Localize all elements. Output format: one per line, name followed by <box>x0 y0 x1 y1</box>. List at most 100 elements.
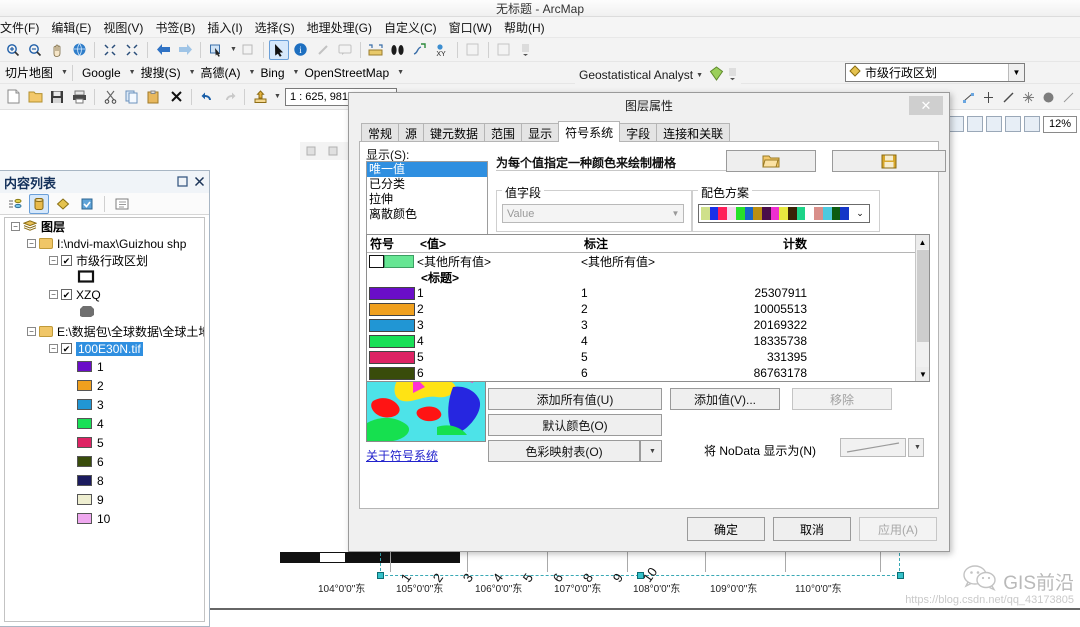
color-scheme-select[interactable]: ⌄ <box>698 204 870 223</box>
scrollbar-thumb[interactable] <box>917 250 929 342</box>
table-row[interactable]: 1 1 25307911 <box>367 285 929 301</box>
cell-value[interactable]: <标题> <box>417 269 581 286</box>
table-row[interactable]: <其他所有值> <其他所有值> <box>367 253 929 269</box>
map-service-amap[interactable]: 高德(A) <box>196 64 246 81</box>
find-route-icon[interactable] <box>410 40 430 60</box>
clear-selection-icon[interactable] <box>238 40 258 60</box>
cell-label[interactable]: 6 <box>581 366 691 380</box>
about-symbology-link[interactable]: 关于符号系统 <box>366 447 438 464</box>
find-icon[interactable] <box>388 40 408 60</box>
cell-label[interactable]: 5 <box>581 350 691 364</box>
toolbar-overflow-icon[interactable] <box>516 40 536 60</box>
new-document-icon[interactable] <box>3 87 23 107</box>
renderer-option-item[interactable]: 离散颜色 <box>367 207 487 222</box>
html-popup-icon[interactable] <box>335 40 355 60</box>
table-row[interactable]: 6 6 86763178 <box>367 365 929 381</box>
selection-handle[interactable] <box>897 572 904 579</box>
undo-icon[interactable] <box>197 87 217 107</box>
hyperlink-icon[interactable] <box>313 40 333 60</box>
map-service-bing[interactable]: Bing <box>255 66 289 80</box>
cell-label[interactable]: 3 <box>581 318 691 332</box>
chevron-down-icon[interactable]: ▼ <box>61 69 68 76</box>
save-symbology-button[interactable] <box>832 150 946 172</box>
expander-icon[interactable]: − <box>49 256 58 265</box>
menu-item-view[interactable]: 视图(V) <box>97 17 149 38</box>
save-icon[interactable] <box>47 87 67 107</box>
table-body[interactable]: <其他所有值> <其他所有值> <标题> 1 1 25307911 2 2 10005513 3 3… <box>367 253 929 382</box>
print-icon[interactable] <box>69 87 89 107</box>
toolbar-overflow-icon[interactable] <box>728 67 737 84</box>
selection-handle[interactable] <box>377 572 384 579</box>
menu-item-help[interactable]: 帮助(H) <box>498 17 551 38</box>
cell-symbol[interactable] <box>367 254 417 268</box>
add-data-icon[interactable] <box>250 87 270 107</box>
layer-visibility-checkbox[interactable]: ✔ <box>61 343 72 354</box>
fixed-zoom-in-icon[interactable] <box>100 40 120 60</box>
tab-extent[interactable]: 范围 <box>484 123 523 142</box>
editor-line-icon[interactable] <box>1001 87 1016 107</box>
measure-icon[interactable] <box>366 40 386 60</box>
full-extent-globe-icon[interactable] <box>69 40 89 60</box>
chevron-down-icon[interactable]: ▼ <box>129 69 136 76</box>
layout-zoom-input[interactable]: 12% <box>1043 115 1077 133</box>
cut-icon[interactable] <box>100 87 120 107</box>
table-row[interactable]: 4 4 18335738 <box>367 333 929 349</box>
select-features-icon[interactable] <box>206 40 226 60</box>
chevron-down-icon[interactable]: ▼ <box>274 93 281 100</box>
column-header-count[interactable]: 计数 <box>691 235 811 252</box>
column-header-label[interactable]: 标注 <box>581 235 691 252</box>
expander-icon[interactable]: − <box>11 222 20 231</box>
cell-label[interactable]: 4 <box>581 334 691 348</box>
create-viewer-icon[interactable] <box>494 40 514 60</box>
layer-visibility-checkbox[interactable]: ✔ <box>61 289 72 300</box>
chevron-down-icon[interactable]: ▼ <box>668 209 683 218</box>
cell-label[interactable]: 2 <box>581 302 691 316</box>
cancel-button[interactable]: 取消 <box>773 517 851 541</box>
layout-pan-icon[interactable] <box>1005 116 1021 132</box>
cell-symbol[interactable] <box>367 302 417 316</box>
layout-grid-icon[interactable] <box>967 116 983 132</box>
list-by-source-icon[interactable] <box>29 193 49 214</box>
table-row[interactable]: 5 5 331395 <box>367 349 929 365</box>
tab-source[interactable]: 源 <box>398 123 425 142</box>
cell-symbol[interactable] <box>367 334 417 348</box>
table-row[interactable]: 8834398434 <box>367 381 929 382</box>
tab-fields[interactable]: 字段 <box>619 123 658 142</box>
go-forward-extent-icon[interactable] <box>175 40 195 60</box>
pan-hand-icon[interactable] <box>47 40 67 60</box>
toc-tree[interactable]: − 图层 − I:\ndvi-max\Guizhou shp − ✔ 市级行政区… <box>4 217 205 622</box>
cell-symbol[interactable] <box>367 366 417 380</box>
tab-joins-relates[interactable]: 连接和关联 <box>656 123 731 142</box>
map-service-osm[interactable]: OpenStreetMap <box>299 66 394 80</box>
toc-options-icon[interactable] <box>112 194 132 214</box>
renderer-option-item[interactable]: 拉伸 <box>367 192 487 207</box>
go-back-extent-icon[interactable] <box>153 40 173 60</box>
menu-item-customize[interactable]: 自定义(C) <box>378 17 443 38</box>
menu-item-file[interactable]: 文件(F) <box>0 17 45 38</box>
scroll-up-icon[interactable]: ▲ <box>916 235 929 249</box>
toc-group-guizhou[interactable]: − I:\ndvi-max\Guizhou shp <box>5 235 204 252</box>
delete-icon[interactable] <box>166 87 186 107</box>
cell-value[interactable]: <其他所有值> <box>417 253 581 270</box>
editor-extra-icon[interactable] <box>1061 87 1076 107</box>
row-color-swatch[interactable] <box>369 334 415 348</box>
cell-value[interactable]: 4 <box>417 334 581 348</box>
go-to-xy-icon[interactable]: XY <box>432 40 452 60</box>
open-document-icon[interactable] <box>25 87 45 107</box>
row-color-swatch[interactable] <box>369 318 415 332</box>
cell-value[interactable]: 2 <box>417 302 581 316</box>
chevron-down-icon[interactable]: ▼ <box>696 72 703 79</box>
cell-label[interactable]: 1 <box>581 286 691 300</box>
default-colors-button[interactable]: 默认颜色(O) <box>488 414 662 436</box>
redo-icon[interactable] <box>219 87 239 107</box>
time-slider-icon[interactable] <box>463 40 483 60</box>
toc-layer-shiji[interactable]: − ✔ 市级行政区划 <box>5 252 204 269</box>
row-color-swatch[interactable] <box>369 366 415 380</box>
tab-general[interactable]: 常规 <box>361 123 400 142</box>
tab-symbology[interactable]: 符号系统 <box>558 121 621 142</box>
copy-icon[interactable] <box>122 87 142 107</box>
layer-properties-dialog[interactable]: 图层属性 ✕ 常规 源 键元数据 范围 显示 符号系统 字段 连接和关联 显示(… <box>348 92 950 552</box>
zoom-out-icon[interactable] <box>25 40 45 60</box>
menu-item-window[interactable]: 窗口(W) <box>443 17 498 38</box>
menu-item-bookmarks[interactable]: 书签(B) <box>149 17 201 38</box>
